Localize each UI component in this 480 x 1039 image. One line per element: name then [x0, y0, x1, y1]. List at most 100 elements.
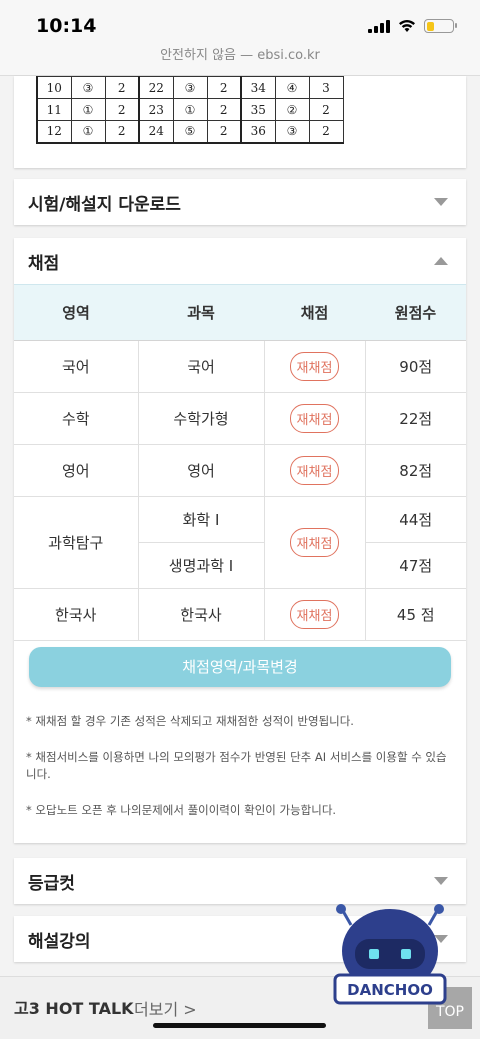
mascot-label: DANCHOO	[347, 981, 433, 999]
answer-table: 10 ③ 2 22 ③ 2 34 ④ 3 11 ① 2 23 ① 2 35 ② 2 12 ① 2 24 ⑤ 2 36 ③ 2	[36, 76, 344, 144]
answer-cell: 2	[308, 98, 344, 121]
table-row: 과학탐구 화학 Ⅰ 재채점 44점	[14, 496, 466, 589]
lecture-section-title: 해설강의	[28, 931, 91, 952]
status-icons	[368, 19, 457, 33]
answer-cell: ⑤	[172, 120, 208, 144]
note-item: * 오답노트 오픈 후 나의문제에서 풀이이력이 확인이 가능합니다.	[26, 803, 337, 817]
answer-cell: 23	[138, 98, 174, 121]
home-indicator	[153, 1023, 326, 1028]
download-section[interactable]: 시험/해설지 다운로드	[14, 179, 466, 225]
chevron-up-icon	[434, 257, 448, 265]
wifi-icon	[399, 20, 415, 32]
url-bar[interactable]: 안전하지 않음 — ebsi.co.kr	[0, 46, 480, 76]
header-raw-score: 원점수	[365, 284, 466, 341]
area-cell: 국어	[14, 340, 139, 393]
answer-row: 12 ① 2 24 ⑤ 2 36 ③ 2	[36, 120, 344, 144]
score-cell: 82점	[365, 444, 466, 497]
subject-cell: 생명과학 Ⅰ	[138, 542, 265, 589]
answer-cell: 2	[308, 120, 344, 144]
download-section-title: 시험/해설지 다운로드	[28, 194, 181, 215]
regrade-button[interactable]: 재채점	[289, 404, 340, 433]
answer-cell: 2	[104, 76, 140, 99]
answer-cell: 22	[138, 76, 174, 99]
grading-section: 채점 영역 과목 채점 원점수 국어 국어 재채점 90점 수학 수학가형 재채…	[14, 238, 466, 843]
regrade-button[interactable]: 재채점	[289, 456, 340, 485]
cellular-signal-icon	[368, 19, 390, 33]
download-section-header[interactable]: 시험/해설지 다운로드	[14, 179, 466, 225]
regrade-button[interactable]: 재채점	[289, 352, 340, 381]
header-area: 영역	[14, 284, 138, 341]
grade-cut-section-header[interactable]: 등급컷	[14, 858, 466, 904]
answer-cell: ③	[172, 76, 208, 99]
answer-cell: 12	[36, 120, 72, 144]
note-item: * 채점서비스를 이용하면 나의 모의평가 점수가 반영된 단추 AI 서비스를…	[26, 750, 447, 781]
subject-cell: 화학 Ⅰ	[138, 496, 265, 543]
regrade-button[interactable]: 재채점	[289, 600, 340, 629]
regrade-cell: 재채점	[264, 340, 366, 393]
area-cell: 영어	[14, 444, 139, 497]
header-subject: 과목	[138, 284, 264, 341]
answer-cell: 2	[206, 98, 242, 121]
answer-cell: ①	[70, 98, 106, 121]
answer-table-card: 10 ③ 2 22 ③ 2 34 ④ 3 11 ① 2 23 ① 2 35 ② 2 12 ① 2 24 ⑤ 2 36 ③ 2	[14, 76, 466, 168]
regrade-button[interactable]: 재채점	[289, 528, 340, 557]
grade-cut-section[interactable]: 등급컷	[14, 858, 466, 904]
answer-row: 11 ① 2 23 ① 2 35 ② 2	[36, 98, 344, 121]
robot-mascot-icon: DANCHOO	[333, 904, 447, 1005]
table-row: 국어 국어 재채점 90점	[14, 340, 466, 393]
hot-talk-title: 고3 HOT TALK	[14, 999, 134, 1018]
score-cell: 44점	[365, 496, 466, 543]
subject-cell: 한국사	[138, 588, 265, 641]
score-cell: 22점	[365, 392, 466, 445]
answer-cell: ①	[70, 120, 106, 144]
chevron-down-icon	[434, 198, 448, 206]
grading-section-title: 채점	[28, 253, 60, 274]
subject-cell: 국어	[138, 340, 265, 393]
answer-cell: 10	[36, 76, 72, 99]
more-link[interactable]: 더보기 >	[134, 996, 197, 1020]
regrade-cell: 재채점	[264, 496, 366, 589]
note-item: * 재채점 할 경우 기존 성적은 삭제되고 재채점한 성적이 반영됩니다.	[26, 714, 354, 728]
status-bar: 10:14	[0, 0, 480, 46]
url-text[interactable]: 안전하지 않음 — ebsi.co.kr	[160, 48, 320, 63]
chevron-down-icon	[434, 877, 448, 885]
grading-section-header[interactable]: 채점	[14, 238, 466, 284]
area-cell: 한국사	[14, 588, 139, 641]
battery-icon	[424, 19, 457, 33]
answer-cell: 11	[36, 98, 72, 121]
answer-cell: 2	[104, 98, 140, 121]
answer-cell: 24	[138, 120, 174, 144]
score-cell: 45 점	[365, 588, 466, 641]
answer-cell: ③	[274, 120, 310, 144]
area-cell: 과학탐구	[14, 496, 139, 589]
answer-cell: 34	[240, 76, 276, 99]
status-time: 10:14	[36, 15, 97, 37]
answer-cell: ②	[274, 98, 310, 121]
answer-cell: 2	[104, 120, 140, 144]
regrade-cell: 재채점	[264, 444, 366, 497]
table-row: 수학 수학가형 재채점 22점	[14, 392, 466, 445]
answer-cell: ③	[70, 76, 106, 99]
answer-cell: 2	[206, 76, 242, 99]
header-grading: 채점	[264, 284, 365, 341]
notes: * 재채점 할 경우 기존 성적은 삭제되고 재채점한 성적이 반영됩니다. *…	[14, 687, 466, 852]
answer-row: 10 ③ 2 22 ③ 2 34 ④ 3	[36, 76, 344, 99]
score-cell: 90점	[365, 340, 466, 393]
answer-cell: ④	[274, 76, 310, 99]
table-row: 한국사 한국사 재채점 45 점	[14, 588, 466, 641]
table-row: 영어 영어 재채점 82점	[14, 444, 466, 497]
answer-cell: 2	[206, 120, 242, 144]
answer-cell: 36	[240, 120, 276, 144]
score-cell: 47점	[365, 542, 466, 589]
answer-cell: 3	[308, 76, 344, 99]
subject-cell: 수학가형	[138, 392, 265, 445]
answer-cell: 35	[240, 98, 276, 121]
grade-cut-section-title: 등급컷	[28, 873, 75, 894]
change-subject-button[interactable]: 채점영역/과목변경	[29, 647, 451, 687]
area-cell: 수학	[14, 392, 139, 445]
regrade-cell: 재채점	[264, 392, 366, 445]
regrade-cell: 재채점	[264, 588, 366, 641]
danchoo-mascot[interactable]: DANCHOO	[325, 903, 455, 1013]
subject-cell: 영어	[138, 444, 265, 497]
answer-cell: ①	[172, 98, 208, 121]
